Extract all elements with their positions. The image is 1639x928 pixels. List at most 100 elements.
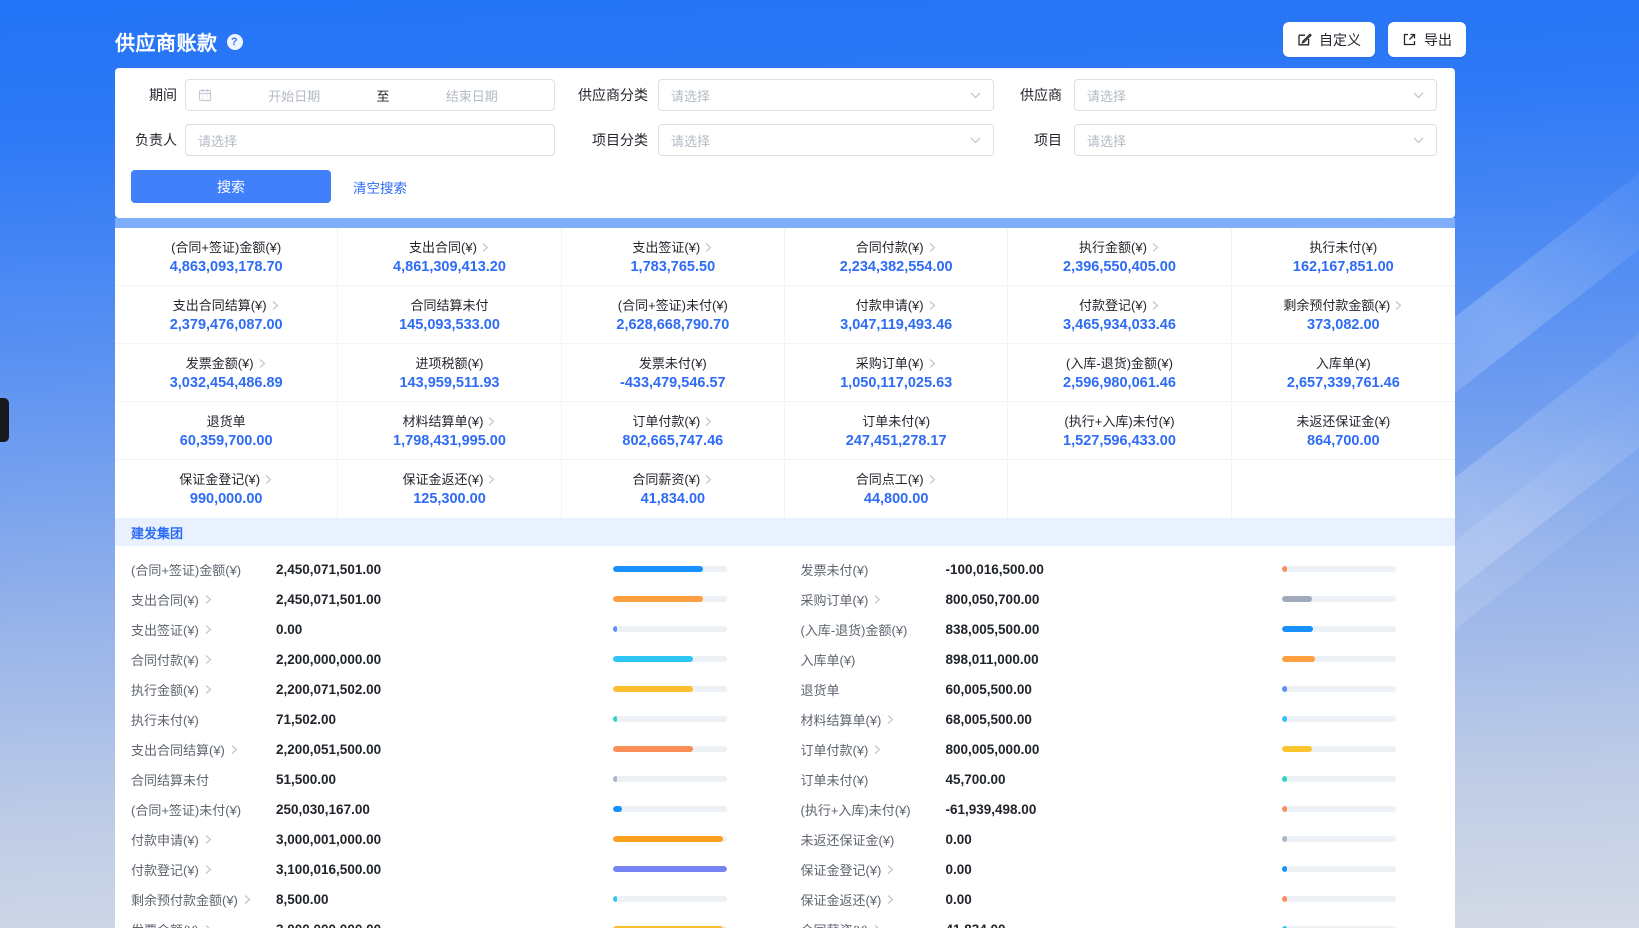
detail-metric-value: 0.00 [946,862,972,877]
summary-cell[interactable]: 合同薪资(¥)41,834.00 [562,460,785,518]
supplier-label: 供应商 [994,85,1062,105]
summary-metric-label: 退货单 [115,413,337,430]
chevron-right-icon [928,358,937,369]
detail-metric-label: 未返还保证金(¥) [801,830,946,849]
supplier-category-select[interactable]: 请选择 [658,79,994,111]
calendar-icon [198,88,212,102]
project-category-select[interactable]: 请选择 [658,124,994,156]
detail-right-column: 发票未付(¥)-100,016,500.00采购订单(¥)800,050,700… [801,554,1397,928]
detail-row: 合同薪资(¥)41,834.00 [801,914,1397,928]
detail-metric-label[interactable]: 合同薪资(¥) [801,920,946,928]
chevron-right-icon [243,894,252,905]
summary-cell: 退货单 60,359,700.00 [115,402,338,460]
summary-cell[interactable]: 支出合同结算(¥)2,379,476,087.00 [115,286,338,344]
detail-metric-label: 合同结算未付 [131,770,276,789]
detail-metric-label[interactable]: 执行金额(¥) [131,680,276,699]
detail-metric-label[interactable]: 订单付款(¥) [801,740,946,759]
summary-cell[interactable]: 执行金额(¥)2,396,550,405.00 [1008,228,1231,286]
customize-label: 自定义 [1319,30,1361,50]
detail-metric-label[interactable]: 合同付款(¥) [131,650,276,669]
summary-metric-value: 44,800.00 [785,491,1007,507]
export-icon [1402,32,1417,47]
summary-cell[interactable]: 保证金登记(¥)990,000.00 [115,460,338,518]
summary-metric-value: 4,861,309,413.20 [338,259,560,275]
detail-metric-value: 51,500.00 [276,772,336,787]
summary-metric-value: 60,359,700.00 [115,433,337,449]
detail-metric-label[interactable]: 支出签证(¥) [131,620,276,639]
period-label: 期间 [131,85,177,105]
detail-metric-value: 0.00 [276,622,302,637]
help-icon[interactable]: ? [227,34,243,50]
summary-cell[interactable]: 合同付款(¥)2,234,382,554.00 [785,228,1008,286]
summary-cell[interactable]: 合同点工(¥)44,800.00 [785,460,1008,518]
summary-cell[interactable]: 支出合同(¥) 4,861,309,413.20 [338,228,561,286]
detail-row: 合同结算未付51,500.00 [131,764,727,794]
chevron-right-icon [271,300,280,311]
detail-metric-label[interactable]: 付款登记(¥) [131,860,276,879]
summary-metric-value: 2,396,550,405.00 [1008,259,1230,275]
detail-metric-label: (合同+签证)金额(¥) [131,560,276,579]
summary-metric-label: 订单未付(¥) [785,413,1007,430]
summary-metric-label: 支出签证(¥) [562,239,784,256]
summary-cell[interactable]: 保证金返还(¥)125,300.00 [338,460,561,518]
summary-cell: 合同结算未付145,093,533.00 [338,286,561,344]
chevron-down-icon [1413,92,1424,99]
detail-metric-value: 0.00 [946,832,972,847]
summary-cell: (执行+入库)未付(¥)1,527,596,433.00 [1008,402,1231,460]
detail-metric-label[interactable]: 支出合同(¥) [131,590,276,609]
summary-cell[interactable]: 采购订单(¥)1,050,117,025.63 [785,344,1008,402]
detail-metric-label[interactable]: 材料结算单(¥) [801,710,946,729]
chevron-right-icon [873,924,882,928]
summary-cell[interactable]: 材料结算单(¥)1,798,431,995.00 [338,402,561,460]
detail-metric-label[interactable]: 采购订单(¥) [801,590,946,609]
summary-metric-label: (入库-退货)金额(¥) [1008,355,1230,372]
owner-select[interactable]: 请选择 [185,124,555,156]
summary-cell[interactable]: 付款申请(¥)3,047,119,493.46 [785,286,1008,344]
summary-metric-value: 1,783,765.50 [562,259,784,275]
summary-metric-value: 2,628,668,790.70 [562,317,784,333]
detail-row: (入库-退货)金额(¥)838,005,500.00 [801,614,1397,644]
detail-metric-label[interactable]: 保证金返还(¥) [801,890,946,909]
detail-metric-value: 250,030,167.00 [276,802,370,817]
group-header: 建发集团 [115,518,1455,546]
group-name-link[interactable]: 建发集团 [131,523,183,542]
progress-bar [613,776,727,782]
summary-metric-value: 802,665,747.46 [562,433,784,449]
detail-metric-label[interactable]: 保证金登记(¥) [801,860,946,879]
side-drawer-handle[interactable] [0,398,9,442]
detail-metric-label: 发票未付(¥) [801,560,946,579]
project-select[interactable]: 请选择 [1074,124,1437,156]
summary-metric-label: 支出合同(¥) [338,239,560,256]
summary-cell[interactable]: 支出签证(¥) 1,783,765.50 [562,228,785,286]
progress-bar [613,716,727,722]
supplier-select[interactable]: 请选择 [1074,79,1437,111]
summary-cell[interactable]: 付款登记(¥)3,465,934,033.46 [1008,286,1231,344]
clear-search-link[interactable]: 清空搜索 [353,177,407,197]
detail-left-column: (合同+签证)金额(¥)2,450,071,501.00支出合同(¥)2,450… [131,554,727,928]
detail-row: 付款申请(¥)3,000,001,000.00 [131,824,727,854]
search-button[interactable]: 搜索 [131,170,331,203]
detail-metric-value: 898,011,000.00 [946,652,1039,667]
detail-metric-label[interactable]: 剩余预付款金额(¥) [131,890,276,909]
progress-bar [613,866,727,872]
progress-bar [1282,566,1396,572]
summary-metric-value: 2,596,980,061.46 [1008,375,1230,391]
summary-cell[interactable]: 发票金额(¥)3,032,454,486.89 [115,344,338,402]
detail-metric-value: 68,005,500.00 [946,712,1032,727]
progress-bar [1282,746,1396,752]
export-button[interactable]: 导出 [1388,22,1466,57]
summary-cell[interactable]: 剩余预付款金额(¥)373,082.00 [1232,286,1455,344]
detail-metric-label[interactable]: 付款申请(¥) [131,830,276,849]
date-range-input[interactable]: 开始日期 至 结束日期 [185,79,555,111]
chevron-right-icon [481,242,490,253]
detail-metric-label[interactable]: 支出合同结算(¥) [131,740,276,759]
summary-cell[interactable]: 订单付款(¥)802,665,747.46 [562,402,785,460]
detail-metric-label[interactable]: 发票金额(¥) [131,920,276,928]
summary-metric-value: 41,834.00 [562,491,784,507]
detail-metric-value: 2,200,000,000.00 [276,652,381,667]
chevron-right-icon [1394,300,1403,311]
chevron-right-icon [928,300,937,311]
detail-row: 合同付款(¥)2,200,000,000.00 [131,644,727,674]
customize-button[interactable]: 自定义 [1283,22,1375,57]
chevron-right-icon [487,416,496,427]
